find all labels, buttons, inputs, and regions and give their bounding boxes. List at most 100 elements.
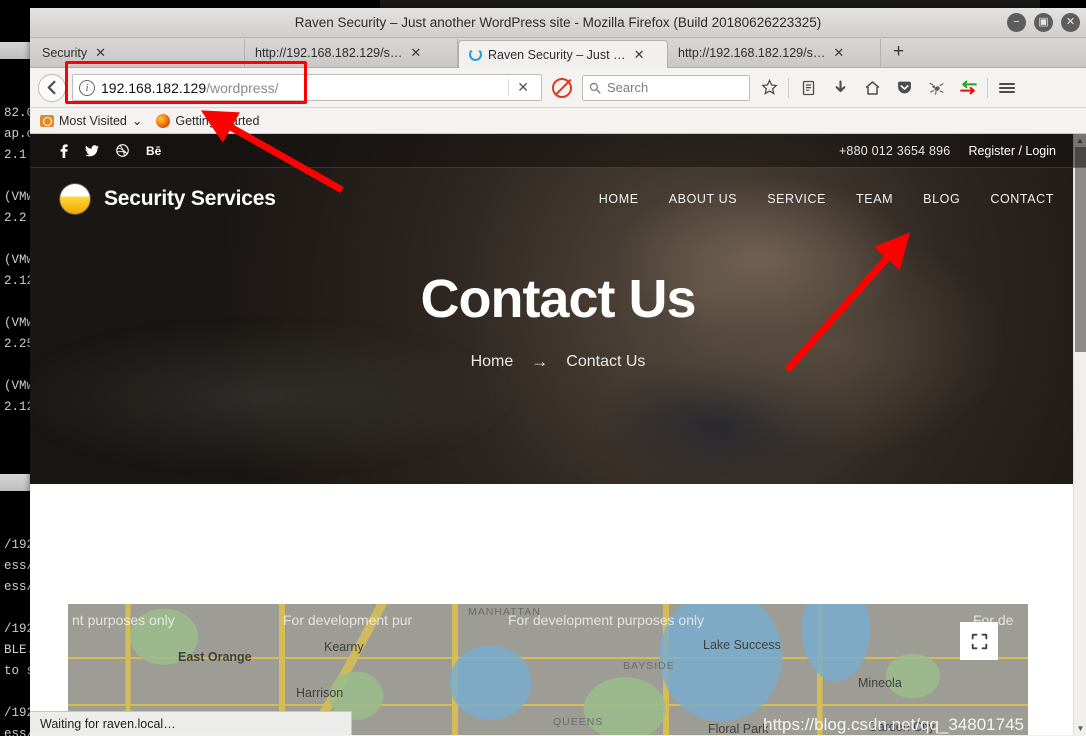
nav-item-home[interactable]: HOME: [597, 188, 641, 210]
map-label: MANHATTAN: [468, 606, 541, 618]
dribbble-icon[interactable]: [116, 144, 129, 157]
new-tab-button[interactable]: +: [881, 39, 916, 67]
map-label: Lake Success: [703, 638, 781, 652]
tab-close-icon[interactable]: ✕: [634, 47, 645, 63]
search-input[interactable]: Search: [582, 74, 750, 101]
bookmark-label: Most Visited: [59, 113, 127, 128]
map-label: Harrison: [296, 686, 344, 700]
firefox-window: Raven Security – Just another WordPress …: [30, 8, 1086, 736]
search-icon: [589, 82, 601, 94]
content-spacer: [30, 484, 1086, 612]
browser-tab-3-active[interactable]: Raven Security – Just … ✕: [458, 40, 668, 68]
tab-bar: Security ✕ http://192.168.182.129/s… ✕ R…: [30, 38, 1086, 68]
csdn-watermark: https://blog.csdn.net/qq_34801745: [763, 715, 1024, 734]
nav-item-service[interactable]: SERVICE: [765, 188, 828, 210]
tab-label: Security: [42, 46, 88, 60]
map-label: Mineola: [858, 676, 902, 690]
site-info-icon[interactable]: i: [79, 79, 95, 96]
tab-label: Raven Security – Just …: [488, 47, 626, 62]
hackbar-spider-icon[interactable]: [923, 75, 949, 101]
map-fullscreen-button[interactable]: [960, 622, 998, 660]
breadcrumb-arrow-icon: →: [531, 352, 549, 371]
folder-icon: [40, 114, 54, 127]
url-path: /wordpress/: [206, 79, 279, 96]
maximize-button[interactable]: ▣: [1034, 13, 1053, 32]
search-placeholder: Search: [607, 80, 649, 95]
home-icon[interactable]: [859, 75, 885, 101]
map-label: East Orange: [178, 650, 252, 664]
nav-item-blog[interactable]: BLOG: [921, 188, 962, 210]
tab-loading-spinner-icon: [469, 48, 482, 61]
bookmarks-toolbar: Most Visited ⌄ Getting Started: [30, 108, 1086, 134]
tab-label: http://192.168.182.129/s…: [678, 46, 826, 60]
bookmark-getting-started[interactable]: Getting Started: [156, 113, 260, 128]
site-header: Security Services HOME ABOUT US SERVICE …: [30, 168, 1086, 230]
library-icon[interactable]: [795, 75, 821, 101]
status-bar: Waiting for raven.local…: [30, 711, 352, 735]
chevron-down-icon: ⌄: [131, 114, 143, 128]
minimize-button[interactable]: −: [1007, 13, 1026, 32]
address-bar-wrapper: i 192.168.182.129/wordpress/ ✕: [65, 61, 542, 104]
close-button[interactable]: ✕: [1061, 13, 1080, 32]
downloads-icon[interactable]: [827, 75, 853, 101]
clear-url-icon[interactable]: ✕: [508, 79, 537, 96]
status-text: Waiting for raven.local…: [40, 716, 176, 731]
tab-close-icon[interactable]: ✕: [95, 45, 106, 61]
browser-tab-2[interactable]: http://192.168.182.129/s… ✕: [245, 39, 458, 67]
map-label: BAYSIDE: [623, 660, 675, 672]
page-viewport: Bē +880 012 3654 896 Register / Login Se…: [30, 134, 1086, 735]
toolbar-divider-2: [987, 77, 988, 98]
site-nav: HOME ABOUT US SERVICE TEAM BLOG CONTACT: [597, 188, 1056, 210]
browser-tab-1[interactable]: Security ✕: [32, 39, 245, 67]
page-title: Contact Us: [420, 269, 696, 329]
site-topbar-right: +880 012 3654 896 Register / Login: [839, 144, 1056, 158]
map-label: Floral Park: [708, 722, 769, 735]
register-login-link[interactable]: Register / Login: [968, 144, 1056, 158]
behance-icon[interactable]: Bē: [146, 144, 161, 158]
url-text: 192.168.182.129/wordpress/: [101, 80, 508, 96]
window-titlebar: Raven Security – Just another WordPress …: [30, 8, 1086, 38]
facebook-icon[interactable]: [60, 143, 68, 158]
toolbar-divider: [788, 77, 789, 98]
breadcrumb-home[interactable]: Home: [471, 353, 514, 371]
bookmark-label: Getting Started: [175, 113, 260, 128]
bookmark-star-icon[interactable]: [756, 75, 782, 101]
map-label: QUEENS: [553, 716, 604, 728]
proxy-toggle-icon[interactable]: [955, 75, 981, 101]
fullscreen-icon: [971, 633, 987, 649]
social-links: Bē: [60, 144, 161, 158]
twitter-icon[interactable]: [85, 144, 99, 157]
breadcrumb-current: Contact Us: [566, 353, 646, 370]
scroll-down-arrow-icon[interactable]: ▼: [1074, 722, 1086, 735]
window-title: Raven Security – Just another WordPress …: [294, 15, 822, 30]
pocket-icon[interactable]: [891, 75, 917, 101]
site-hero: Bē +880 012 3654 896 Register / Login Se…: [30, 134, 1086, 484]
nav-item-contact[interactable]: CONTACT: [988, 188, 1056, 210]
site-brand[interactable]: Security Services: [60, 184, 276, 214]
address-bar[interactable]: i 192.168.182.129/wordpress/ ✕: [72, 74, 542, 101]
hero-body: Contact Us Home → Contact Us: [30, 230, 1086, 372]
browser-tab-4[interactable]: http://192.168.182.129/s… ✕: [668, 39, 881, 67]
site-topbar: Bē +880 012 3654 896 Register / Login: [30, 134, 1086, 168]
firefox-icon: [156, 113, 171, 128]
breadcrumb: Home → Contact Us: [30, 352, 1086, 372]
site-phone: +880 012 3654 896: [838, 143, 951, 158]
navigation-toolbar: i 192.168.182.129/wordpress/ ✕ Search: [30, 61, 1086, 108]
brand-name: Security Services: [104, 187, 276, 210]
tab-label: http://192.168.182.129/s…: [255, 46, 403, 60]
noscript-icon[interactable]: [552, 77, 572, 98]
map-label: Kearny: [324, 640, 364, 654]
url-host: 192.168.182.129: [101, 79, 207, 96]
window-controls: − ▣ ✕: [1007, 13, 1080, 32]
logo-icon: [60, 184, 90, 214]
bookmark-most-visited[interactable]: Most Visited ⌄: [40, 113, 142, 128]
menu-icon[interactable]: [994, 75, 1020, 101]
nav-item-about-us[interactable]: ABOUT US: [667, 188, 739, 210]
tab-close-icon[interactable]: ✕: [410, 45, 421, 61]
tab-close-icon[interactable]: ✕: [833, 45, 844, 61]
map-watermark-left: nt purposes only: [72, 612, 175, 628]
map-watermark-mid: For development pur: [283, 612, 413, 628]
back-button[interactable]: [38, 73, 66, 102]
nav-item-team[interactable]: TEAM: [854, 188, 895, 210]
back-arrow-icon: [47, 80, 55, 95]
